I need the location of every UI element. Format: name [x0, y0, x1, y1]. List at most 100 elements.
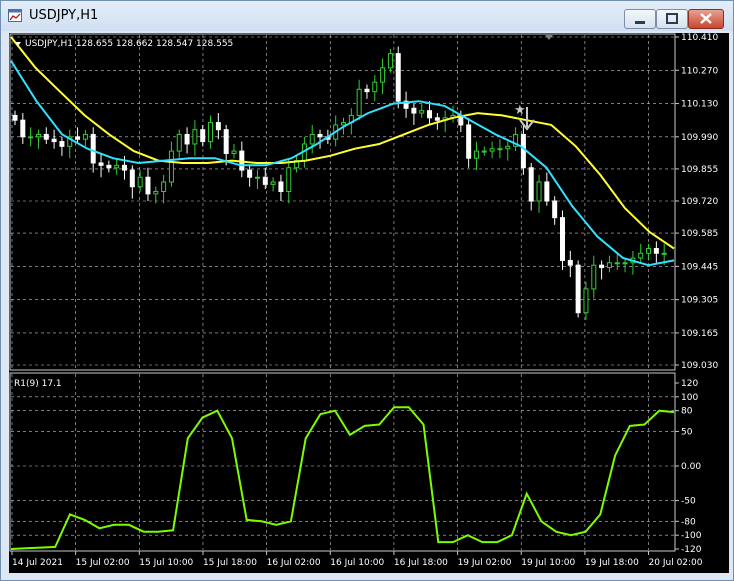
window-title: USDJPY,H1 [29, 8, 99, 23]
candle [341, 122, 346, 126]
price-tick-label: 109.030 [681, 361, 718, 371]
candle [481, 150, 487, 153]
osc-tick-label: 100 [681, 393, 698, 403]
minimize-icon [635, 21, 645, 24]
chart-canvas[interactable]: ★ USDJPY,H1 128.655 128.662 128.547 128.… [9, 33, 729, 573]
price-tick-label: 109.165 [681, 329, 718, 339]
candle [661, 252, 667, 255]
candle [356, 88, 362, 116]
star-icon: ★ [514, 103, 526, 118]
title-bar[interactable]: USDJPY,H1 [1, 1, 733, 31]
close-icon [700, 13, 712, 24]
minimize-button[interactable] [624, 9, 656, 29]
candle [520, 133, 526, 169]
candle [43, 133, 49, 140]
candle [176, 133, 182, 152]
ma-slow-line [10, 36, 675, 250]
time-tick-label: 19 Jul 18:00 [585, 558, 639, 568]
candle [223, 129, 229, 154]
sub-panel-frame [9, 372, 676, 552]
candle [419, 110, 425, 114]
price-chart[interactable]: ★ USDJPY,H1 128.655 128.662 128.547 128.… [9, 33, 729, 573]
price-tick-label: 109.585 [681, 229, 718, 239]
close-button[interactable] [688, 9, 724, 29]
candles [12, 46, 667, 320]
candle [153, 190, 159, 195]
osc-tick-label: -120 [681, 545, 702, 555]
candle [364, 88, 370, 93]
time-tick-label: 15 Jul 18:00 [203, 558, 257, 568]
candle [411, 107, 417, 114]
candle [192, 129, 198, 145]
candle [599, 264, 605, 269]
candle [528, 167, 534, 202]
candle [552, 200, 558, 219]
candle [309, 133, 315, 145]
candle [98, 162, 104, 166]
oscillator-line [10, 406, 675, 550]
candle [427, 110, 433, 119]
candle [606, 262, 612, 269]
price-tick-label: 110.130 [681, 100, 718, 110]
candle [145, 176, 151, 195]
candle [90, 133, 96, 164]
candle [278, 181, 284, 192]
candle [168, 150, 174, 183]
candle [387, 53, 393, 69]
price-tick-label: 110.270 [681, 66, 718, 76]
time-tick-label: 20 Jul 02:00 [649, 558, 703, 568]
chart-window: USDJPY,H1 ★ USDJPY,H1 128.655 128.662 12… [0, 0, 734, 581]
candle [51, 138, 57, 143]
candle [653, 248, 659, 254]
candle [75, 136, 81, 140]
candle [208, 122, 214, 143]
candle [215, 122, 221, 131]
candle [489, 148, 495, 152]
candle [372, 81, 378, 93]
price-tick-label: 109.720 [681, 197, 718, 207]
maximize-button[interactable] [656, 9, 688, 29]
candle [395, 53, 401, 102]
candle [82, 133, 88, 140]
candle [622, 262, 628, 265]
candle [536, 181, 542, 202]
osc-tick-label: 120 [681, 379, 698, 389]
shift-marker-icon[interactable] [545, 35, 553, 40]
osc-tick-label: -80 [681, 517, 696, 527]
candle [184, 133, 190, 145]
candle [129, 169, 135, 188]
candle [591, 264, 597, 290]
candle [161, 181, 167, 192]
candle [254, 176, 260, 179]
candle [638, 252, 644, 259]
price-axis: 110.410 110.270 110.130 109.990 109.855 109.7… [675, 33, 718, 371]
main-chart-header: USDJPY,H1 128.655 128.662 128.547 128.55… [25, 39, 233, 49]
time-tick-label: 19 Jul 02:00 [458, 558, 512, 568]
time-tick-label: 19 Jul 10:00 [521, 558, 575, 568]
time-tick-label: 15 Jul 10:00 [139, 558, 193, 568]
candle [567, 259, 573, 266]
osc-tick-label: -50 [681, 497, 696, 507]
candle [544, 181, 550, 202]
main-panel-frame [9, 33, 676, 371]
candle [12, 114, 18, 121]
osc-tick-label: 50 [681, 427, 693, 437]
candle [200, 129, 206, 143]
candle [505, 145, 511, 150]
sell-arrow-icon[interactable]: ★ [514, 103, 535, 131]
oscillator-axis: 120 100 80 50 0.00 -50 -80 -100 -120 [675, 379, 702, 555]
candle [497, 148, 503, 151]
candle [59, 141, 65, 147]
candle [466, 124, 472, 159]
candle [262, 176, 268, 185]
candle [646, 248, 652, 254]
candle [270, 181, 276, 185]
price-tick-label: 109.990 [681, 133, 718, 143]
osc-tick-label: 0.00 [681, 462, 701, 472]
time-tick-label: 16 Jul 10:00 [330, 558, 384, 568]
price-tick-label: 109.305 [681, 296, 718, 306]
grid [11, 35, 674, 550]
candle [286, 167, 292, 192]
osc-tick-label: -100 [681, 531, 702, 541]
candle [583, 288, 589, 314]
